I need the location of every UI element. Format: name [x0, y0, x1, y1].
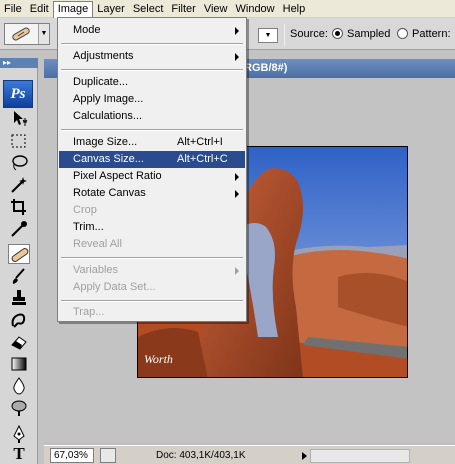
- status-options-button[interactable]: [100, 448, 116, 463]
- menu-item-calculations[interactable]: Calculations...: [59, 108, 245, 125]
- submenu-arrow-icon: [235, 27, 239, 35]
- menu-divider: [61, 300, 243, 302]
- source-label: Source:: [290, 28, 328, 40]
- menu-item-rotate-canvas[interactable]: Rotate Canvas: [59, 185, 245, 202]
- submenu-arrow-icon: [235, 190, 239, 198]
- pen-tool-icon[interactable]: [8, 424, 30, 444]
- menu-item-trim[interactable]: Trim...: [59, 219, 245, 236]
- horizontal-scrollbar[interactable]: [310, 449, 410, 463]
- healing-brush-tool-icon[interactable]: [8, 244, 30, 264]
- menu-image[interactable]: Image: [52, 0, 94, 19]
- menu-item-apply-image[interactable]: Apply Image...: [59, 91, 245, 108]
- menu-item-label: Trim...: [73, 221, 104, 233]
- menu-item-label: Rotate Canvas: [73, 187, 146, 199]
- sampled-label: Sampled: [347, 28, 391, 40]
- gradient-tool-icon[interactable]: [8, 354, 30, 374]
- menu-item-reveal-all[interactable]: Reveal All: [59, 236, 245, 253]
- mode-dropdown[interactable]: ▼: [258, 28, 278, 43]
- photo-signature: Worth: [144, 352, 173, 366]
- magic-wand-tool-icon[interactable]: [8, 175, 30, 195]
- submenu-arrow-icon: [235, 173, 239, 181]
- blur-tool-icon[interactable]: [8, 376, 30, 396]
- image-menu: Mode Adjustments Duplicate... Apply Imag…: [57, 17, 247, 322]
- eraser-tool-icon[interactable]: [8, 332, 30, 352]
- menu-item-duplicate[interactable]: Duplicate...: [59, 74, 245, 91]
- menu-item-label: Crop: [73, 204, 97, 216]
- menu-item-label: Apply Data Set...: [73, 281, 156, 293]
- zoom-field[interactable]: 67,03%: [50, 448, 94, 463]
- chevron-down-icon[interactable]: ▼: [38, 24, 49, 44]
- menu-file[interactable]: File: [0, 1, 26, 17]
- submenu-arrow-icon: [235, 53, 239, 61]
- toolbox-grip[interactable]: ▸▸: [0, 58, 38, 68]
- pattern-label: Pattern:: [412, 28, 451, 40]
- menu-item-label: Apply Image...: [73, 93, 144, 105]
- menu-divider: [61, 69, 243, 71]
- menu-divider: [61, 257, 243, 259]
- status-menu-arrow-icon[interactable]: [302, 452, 307, 460]
- tool-preset-picker[interactable]: ▼: [4, 23, 50, 45]
- menu-item-label: Image Size...: [73, 136, 138, 148]
- options-separator: [284, 24, 285, 46]
- clone-stamp-tool-icon[interactable]: [8, 288, 30, 308]
- menu-item-label: Pixel Aspect Ratio: [73, 170, 162, 182]
- menu-bar: File Edit Image Layer Select Filter View…: [0, 0, 455, 19]
- pattern-radio[interactable]: [397, 28, 408, 39]
- menu-item-canvas-size[interactable]: Canvas Size... Alt+Ctrl+C: [59, 151, 245, 168]
- menu-item-adjustments[interactable]: Adjustments: [59, 48, 245, 65]
- menu-item-mode[interactable]: Mode: [59, 22, 245, 39]
- menu-item-label: Mode: [73, 24, 101, 36]
- menu-item-apply-data-set[interactable]: Apply Data Set...: [59, 279, 245, 296]
- menu-help[interactable]: Help: [279, 1, 310, 17]
- menu-edit[interactable]: Edit: [26, 1, 53, 17]
- move-tool-icon[interactable]: [8, 108, 30, 128]
- menu-view[interactable]: View: [200, 1, 232, 17]
- ps-logo[interactable]: Ps: [3, 80, 33, 108]
- menu-divider: [61, 43, 243, 45]
- eyedropper-tool-icon[interactable]: [8, 219, 30, 239]
- menu-layer[interactable]: Layer: [93, 1, 129, 17]
- menu-item-label: Trap...: [73, 306, 105, 318]
- menu-item-label: Calculations...: [73, 110, 143, 122]
- menu-item-label: Canvas Size...: [73, 153, 144, 165]
- sampled-radio[interactable]: [332, 28, 343, 39]
- menu-window[interactable]: Window: [232, 1, 279, 17]
- menu-select[interactable]: Select: [129, 1, 168, 17]
- crop-tool-icon[interactable]: [8, 197, 30, 217]
- brush-tool-icon[interactable]: [8, 266, 30, 286]
- menu-item-trap[interactable]: Trap...: [59, 304, 245, 321]
- menu-item-label: Reveal All: [73, 238, 122, 250]
- menu-item-shortcut: Alt+Ctrl+C: [177, 153, 228, 165]
- menu-item-crop[interactable]: Crop: [59, 202, 245, 219]
- marquee-tool-icon[interactable]: [8, 131, 30, 151]
- doc-info: Doc: 403,1K/403,1K: [156, 450, 246, 461]
- menu-item-image-size[interactable]: Image Size... Alt+Ctrl+I: [59, 134, 245, 151]
- menu-item-shortcut: Alt+Ctrl+I: [177, 136, 223, 148]
- lasso-tool-icon[interactable]: [8, 153, 30, 173]
- status-bar: 67,03% Doc: 403,1K/403,1K: [44, 445, 455, 464]
- photoshop-window: { "menubar": { "items": [ {"label": "Fil…: [0, 0, 455, 464]
- dodge-tool-icon[interactable]: [8, 398, 30, 418]
- type-tool-icon[interactable]: T: [8, 444, 30, 464]
- menu-item-label: Adjustments: [73, 50, 134, 62]
- submenu-arrow-icon: [235, 267, 239, 275]
- menu-item-label: Duplicate...: [73, 76, 129, 88]
- menu-item-label: Variables: [73, 264, 119, 276]
- menu-item-variables[interactable]: Variables: [59, 262, 245, 279]
- menu-divider: [61, 129, 243, 131]
- menu-filter[interactable]: Filter: [167, 1, 199, 17]
- toolbox: ▸▸ Ps T: [0, 58, 38, 464]
- history-brush-tool-icon[interactable]: [8, 310, 30, 330]
- menu-item-pixel-aspect-ratio[interactable]: Pixel Aspect Ratio: [59, 168, 245, 185]
- healing-brush-icon: [12, 27, 30, 41]
